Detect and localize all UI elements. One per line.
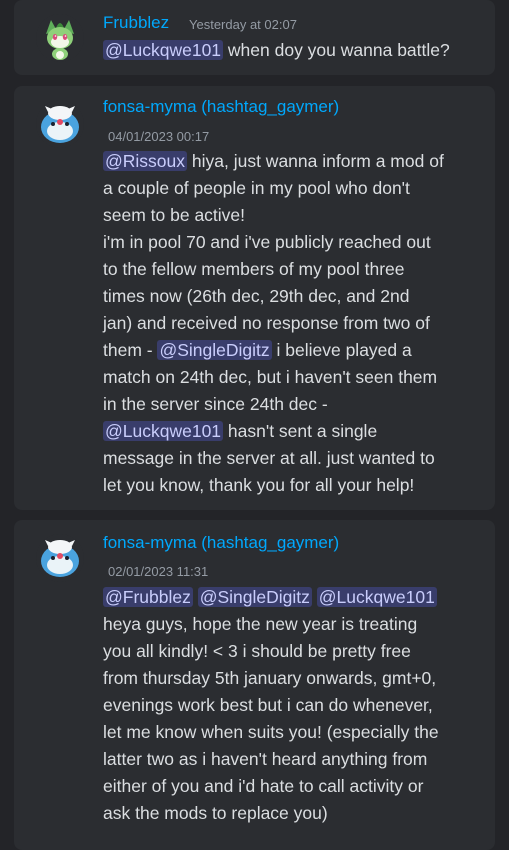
message-text: i believe played a <box>271 340 412 360</box>
message-author[interactable]: Frubblez <box>103 13 169 33</box>
message-line: from thursday 5th january onwards, gmt+0… <box>103 668 437 688</box>
message-content: @Rissoux hiya, just wanna inform a mod o… <box>103 148 487 499</box>
spheal-avatar-icon[interactable] <box>36 100 84 148</box>
message-content: @Frubblez @SingleDigitz @Luckqwe101 heya… <box>103 584 487 827</box>
user-mention[interactable]: @Frubblez <box>103 587 193 607</box>
message-line: @Rissoux hiya, just wanna inform a mod o… <box>103 148 487 175</box>
message-line: latter two as i haven't heard anything f… <box>103 749 428 769</box>
message-author[interactable]: fonsa-myma (hashtag_gaymer) <box>103 533 339 553</box>
message-card: fonsa-myma (hashtag_gaymer) 02/01/2023 1… <box>14 520 495 850</box>
message-line: ask the mods to replace you) <box>103 803 328 823</box>
message-line: i'm in pool 70 and i've publicly reached… <box>103 232 431 252</box>
message-text: hasn't sent a single <box>223 421 378 441</box>
message-line: message in the server at all. just wante… <box>103 448 435 468</box>
message-line: a couple of people in my pool who don't <box>103 178 410 198</box>
message-line: heya guys, hope the new year is treating <box>103 614 418 634</box>
message-line: jan) and received no response from two o… <box>103 313 430 333</box>
message-line: them - @SingleDigitz i believe played a <box>103 337 487 364</box>
user-mention[interactable]: @Luckqwe101 <box>103 40 224 60</box>
message-author[interactable]: fonsa-myma (hashtag_gaymer) <box>103 97 339 117</box>
user-mention[interactable]: @Rissoux <box>103 151 188 171</box>
message-timestamp: 02/01/2023 11:31 <box>108 564 209 579</box>
user-mention[interactable]: @Luckqwe101 <box>103 421 224 441</box>
message-line: in the server since 24th dec - <box>103 394 328 414</box>
message-line: let you know, thank you for all your hel… <box>103 475 415 495</box>
message-line: you all kindly! < 3 i should be pretty f… <box>103 641 411 661</box>
message-line: seem to be active! <box>103 205 246 225</box>
message-text: hiya, just wanna inform a mod of <box>187 151 444 171</box>
spheal-avatar-icon[interactable] <box>36 534 84 582</box>
user-mention[interactable]: @SingleDigitz <box>197 587 312 607</box>
message-text: them - <box>103 340 158 360</box>
sprigatito-avatar-icon[interactable] <box>36 14 84 62</box>
message-line: to the fellow members of my pool three <box>103 259 405 279</box>
message-line: match on 24th dec, but i haven't seen th… <box>103 367 438 387</box>
message-line: times now (26th dec, 29th dec, and 2nd <box>103 286 410 306</box>
message-card: Frubblez Yesterday at 02:07 @Luckqwe101 … <box>14 0 495 75</box>
message-line: let me know when suits you! (especially … <box>103 722 439 742</box>
message-text: when doy you wanna battle? <box>223 40 450 60</box>
user-mention[interactable]: @SingleDigitz <box>157 340 272 360</box>
message-card: fonsa-myma (hashtag_gaymer) 04/01/2023 0… <box>14 86 495 510</box>
message-line: @Luckqwe101 when doy you wanna battle? <box>103 37 487 64</box>
message-line: evenings work best but i can do whenever… <box>103 695 433 715</box>
message-line: either of you and i'd hate to call activ… <box>103 776 424 796</box>
message-timestamp: 04/01/2023 00:17 <box>108 129 210 144</box>
message-timestamp: Yesterday at 02:07 <box>189 17 297 32</box>
message-line: @Luckqwe101 hasn't sent a single <box>103 418 487 445</box>
user-mention[interactable]: @Luckqwe101 <box>316 587 437 607</box>
message-content: @Luckqwe101 when doy you wanna battle? <box>103 37 487 64</box>
message-line: @Frubblez @SingleDigitz @Luckqwe101 <box>103 584 487 611</box>
